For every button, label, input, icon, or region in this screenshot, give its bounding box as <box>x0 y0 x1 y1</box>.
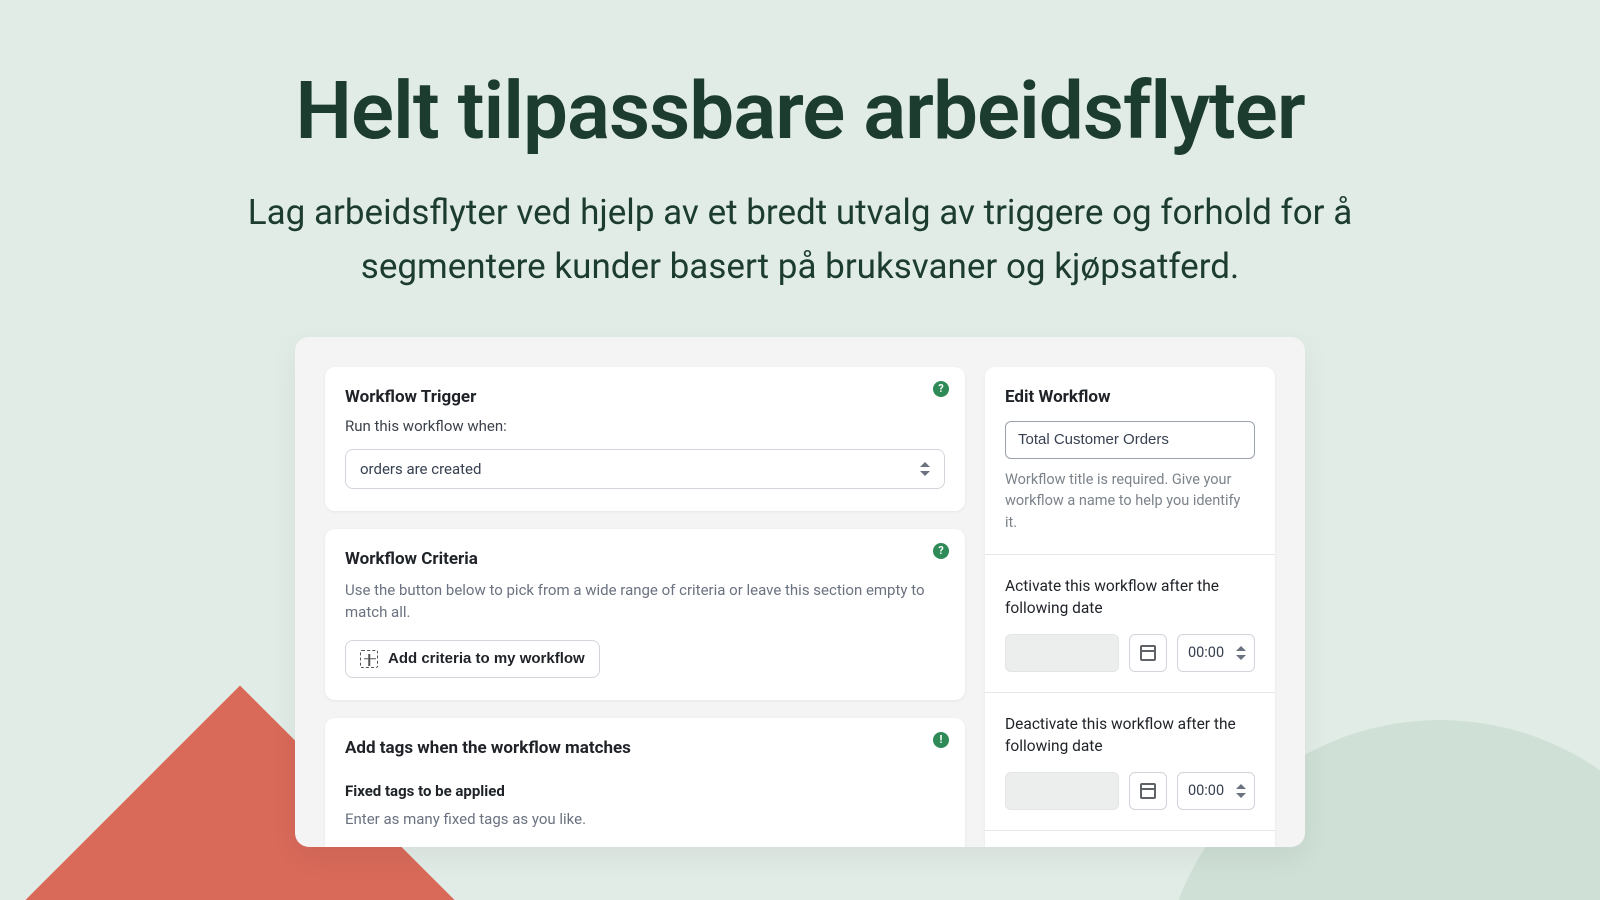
divider <box>985 692 1275 693</box>
workflow-name-input[interactable] <box>1005 421 1255 459</box>
deactivate-date-picker-button[interactable] <box>1129 772 1167 810</box>
activate-date-row: 00:00 <box>1005 634 1255 672</box>
calendar-icon <box>1140 645 1156 661</box>
deactivate-date-input[interactable] <box>1005 772 1119 810</box>
workflow-trigger-card: ? Workflow Trigger Run this workflow whe… <box>325 367 965 511</box>
workflow-criteria-help: Use the button below to pick from a wide… <box>345 579 945 624</box>
deactivate-date-row: 00:00 <box>1005 772 1255 810</box>
activate-time-value: 00:00 <box>1188 644 1224 661</box>
chevron-updown-icon <box>1236 645 1246 661</box>
workflow-name-hint: Workflow title is required. Give your wo… <box>1005 469 1255 534</box>
add-tags-title: Add tags when the workflow matches <box>345 738 945 758</box>
divider <box>985 830 1275 831</box>
deactivate-date-label: Deactivate this workflow after the follo… <box>1005 713 1255 758</box>
workflow-criteria-title: Workflow Criteria <box>345 549 945 569</box>
activate-date-picker-button[interactable] <box>1129 634 1167 672</box>
chevron-updown-icon <box>920 461 930 477</box>
add-criteria-button[interactable]: Add criteria to my workflow <box>345 640 600 678</box>
edit-workflow-card: Edit Workflow Workflow title is required… <box>985 367 1275 847</box>
add-tags-card: ! Add tags when the workflow matches Fix… <box>325 718 965 847</box>
help-icon[interactable]: ? <box>933 381 949 397</box>
deactivate-time-value: 00:00 <box>1188 782 1224 799</box>
workflow-trigger-title: Workflow Trigger <box>345 387 945 407</box>
trigger-select-value: orders are created <box>360 460 481 478</box>
chevron-updown-icon <box>1236 783 1246 799</box>
hero-subtitle: Lag arbeidsflyter ved hjelp av et bredt … <box>160 186 1440 295</box>
divider <box>985 554 1275 555</box>
hero-title: Helt tilpassbare arbeidsflyter <box>0 64 1600 158</box>
fixed-tags-help: Enter as many fixed tags as you like. <box>345 808 945 831</box>
trigger-select[interactable]: orders are created <box>345 449 945 489</box>
fixed-tags-subtitle: Fixed tags to be applied <box>345 782 945 800</box>
add-criteria-label: Add criteria to my workflow <box>388 650 585 667</box>
edit-workflow-title: Edit Workflow <box>1005 387 1255 407</box>
panel-left-column: ? Workflow Trigger Run this workflow whe… <box>325 367 965 817</box>
workflow-criteria-card: ? Workflow Criteria Use the button below… <box>325 529 965 700</box>
activate-date-input[interactable] <box>1005 634 1119 672</box>
activate-date-label: Activate this workflow after the followi… <box>1005 575 1255 620</box>
deactivate-time-select[interactable]: 00:00 <box>1177 772 1255 810</box>
help-icon[interactable]: ? <box>933 543 949 559</box>
activate-time-select[interactable]: 00:00 <box>1177 634 1255 672</box>
workflow-trigger-run-label: Run this workflow when: <box>345 417 945 435</box>
workflow-panel: ? Workflow Trigger Run this workflow whe… <box>295 337 1305 847</box>
hero: Helt tilpassbare arbeidsflyter Lag arbei… <box>0 0 1600 295</box>
calendar-icon <box>1140 783 1156 799</box>
alert-icon[interactable]: ! <box>933 732 949 748</box>
panel-right-column: Edit Workflow Workflow title is required… <box>985 367 1275 817</box>
add-icon <box>360 650 378 668</box>
